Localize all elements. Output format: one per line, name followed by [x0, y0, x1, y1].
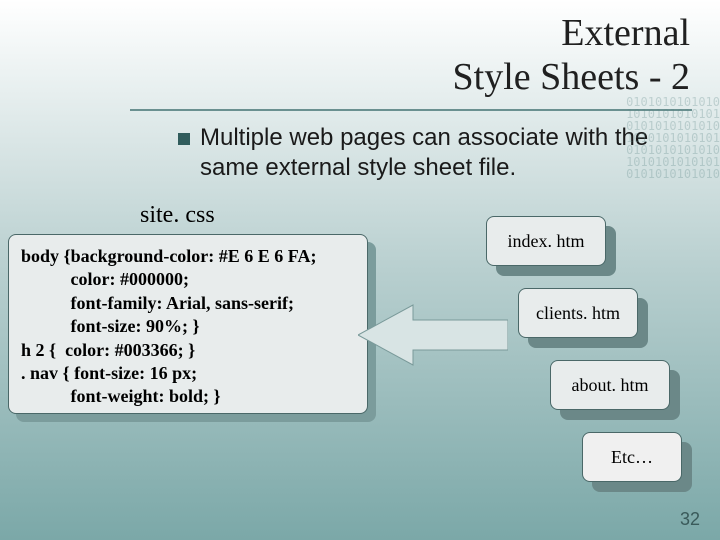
- file-label: about. htm: [572, 375, 649, 396]
- file-label: index. htm: [508, 231, 585, 252]
- css-filename-label: site. css: [140, 202, 215, 229]
- bullet-text: Multiple web pages can associate with th…: [200, 123, 690, 183]
- css-code-box: body {background-color: #E 6 E 6 FA; col…: [8, 234, 368, 414]
- file-box-index: index. htm: [486, 216, 606, 266]
- title-line-1: External: [561, 12, 690, 54]
- bullet-row: Multiple web pages can associate with th…: [0, 111, 720, 183]
- slide-number: 32: [680, 509, 700, 530]
- slide-title: External Style Sheets - 2: [0, 0, 720, 105]
- file-label: clients. htm: [536, 303, 620, 324]
- arrow-left-icon: [358, 300, 508, 370]
- file-box-about: about. htm: [550, 360, 670, 410]
- square-bullet-icon: [178, 133, 190, 145]
- file-label: Etc…: [611, 447, 653, 468]
- file-box-etc: Etc…: [582, 432, 682, 482]
- title-line-2: Style Sheets - 2: [453, 56, 690, 98]
- file-box-clients: clients. htm: [518, 288, 638, 338]
